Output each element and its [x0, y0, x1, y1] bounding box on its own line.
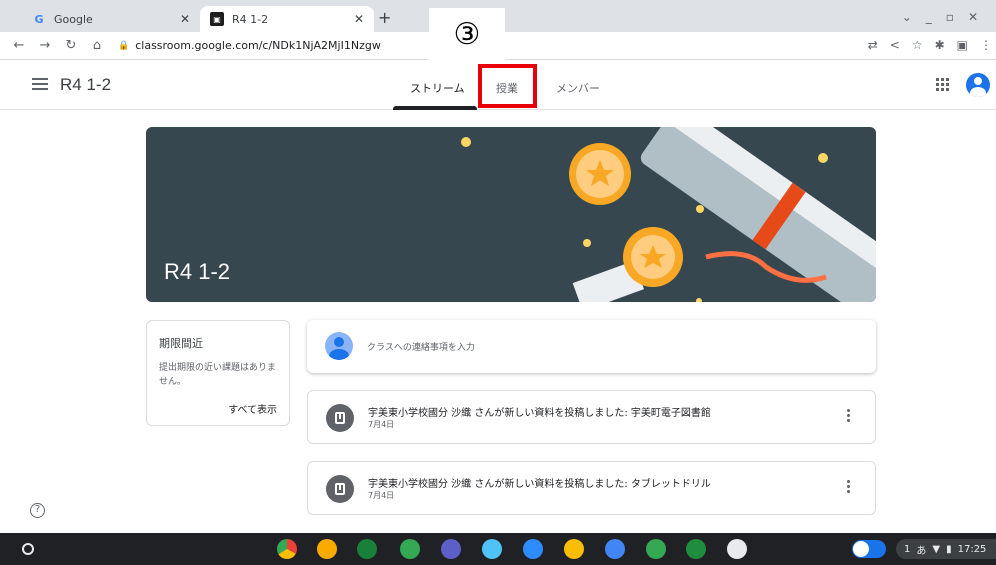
- tab-members[interactable]: メンバー: [556, 80, 600, 96]
- window-controls[interactable]: ⌄_▫✕: [902, 10, 992, 24]
- step-number-callout: ③: [429, 8, 505, 60]
- translate-icon[interactable]: ⇄: [868, 38, 878, 52]
- side-panel-icon[interactable]: ▣: [957, 38, 968, 52]
- post-options-icon[interactable]: [847, 409, 851, 424]
- close-tab-icon[interactable]: ✕: [354, 12, 364, 26]
- class-name[interactable]: R4 1-2: [60, 75, 111, 95]
- tab-stream[interactable]: ストリーム: [410, 80, 465, 96]
- post-date: 7月4日: [368, 420, 395, 429]
- user-avatar: [325, 332, 353, 360]
- launcher-icon[interactable]: [22, 543, 34, 555]
- stream-post[interactable]: 宇美東小学校國分 沙織 さんが新しい資料を投稿しました: タブレットドリル 7月…: [307, 461, 876, 515]
- banner-illustration: [461, 127, 876, 302]
- stream-post[interactable]: 宇美東小学校國分 沙織 さんが新しい資料を投稿しました: 宇美町電子図書館 7月…: [307, 390, 876, 444]
- bookmark-star-icon[interactable]: ☆: [912, 38, 923, 52]
- app-icon[interactable]: [482, 539, 502, 559]
- hamburger-menu-icon[interactable]: [32, 78, 48, 90]
- teams-icon[interactable]: [441, 539, 461, 559]
- google-g-icon: G: [34, 12, 44, 26]
- upcoming-title: 期限間近: [159, 337, 203, 350]
- reload-icon[interactable]: ↻: [64, 38, 78, 53]
- classroom-icon[interactable]: [686, 539, 706, 559]
- share-icon[interactable]: <: [890, 38, 900, 52]
- announce-box[interactable]: クラスへの連絡事項を入力: [307, 320, 876, 373]
- app-icon[interactable]: [400, 539, 420, 559]
- app-icon[interactable]: [564, 539, 584, 559]
- announce-placeholder[interactable]: クラスへの連絡事項を入力: [367, 340, 475, 353]
- classroom-header: R4 1-2 ストリーム 授業 メンバー: [0, 60, 996, 110]
- class-banner: R4 1-2: [146, 127, 876, 302]
- classroom-icon: ▣: [210, 12, 224, 26]
- post-text[interactable]: 宇美東小学校國分 沙織 さんが新しい資料を投稿しました: 宇美町電子図書館: [368, 404, 711, 419]
- back-icon[interactable]: ←: [12, 38, 26, 53]
- view-all-link[interactable]: すべて表示: [228, 401, 277, 416]
- browser-tab-classroom[interactable]: ▣ R4 1-2 ✕: [200, 6, 374, 32]
- post-options-icon[interactable]: [847, 480, 851, 495]
- app-icon[interactable]: [727, 539, 747, 559]
- notification-count: 1: [904, 543, 911, 555]
- post-text[interactable]: 宇美東小学校國分 沙織 さんが新しい資料を投稿しました: タブレットドリル: [368, 475, 711, 490]
- docs-icon[interactable]: [605, 539, 625, 559]
- address-bar[interactable]: 🔒 classroom.google.com/c/NDk1NjA2MjI1Nzg…: [118, 39, 381, 52]
- ime-indicator: あ: [916, 545, 927, 557]
- chrome-icon[interactable]: [277, 539, 297, 559]
- clock: 17:25: [957, 543, 987, 555]
- assistant-toggle[interactable]: [852, 540, 886, 558]
- new-tab-button[interactable]: +: [378, 8, 391, 27]
- tab-title: Google: [54, 12, 93, 26]
- lock-icon: 🔒: [118, 40, 130, 51]
- app-icon[interactable]: [357, 539, 377, 559]
- google-apps-icon[interactable]: [936, 78, 950, 92]
- toolbar-actions: ⇄ < ☆ ✱ ▣ ⋮: [868, 38, 992, 52]
- battery-icon: ▮: [946, 543, 952, 555]
- post-date: 7月4日: [368, 491, 395, 500]
- home-icon[interactable]: ⌂: [90, 38, 104, 53]
- account-avatar[interactable]: [966, 73, 990, 97]
- active-tab-indicator: [393, 106, 477, 110]
- os-shelf: 1 あ ▼ ▮ 17:25: [0, 533, 996, 565]
- tab-title: R4 1-2: [232, 12, 269, 26]
- browser-tab-google[interactable]: G Google ✕: [22, 6, 200, 32]
- app-icon[interactable]: [317, 539, 337, 559]
- upcoming-card: 期限間近 提出期限の近い課題はありません。 すべて表示: [146, 320, 290, 426]
- material-icon: [326, 475, 354, 503]
- close-tab-icon[interactable]: ✕: [180, 12, 190, 26]
- help-icon[interactable]: ?: [30, 503, 45, 518]
- highlight-box: [478, 64, 537, 108]
- wifi-icon: ▼: [932, 543, 941, 555]
- zoom-icon[interactable]: [523, 539, 543, 559]
- material-icon: [326, 404, 354, 432]
- sheets-icon[interactable]: [646, 539, 666, 559]
- url-text[interactable]: classroom.google.com/c/NDk1NjA2MjI1Nzgw: [135, 39, 381, 52]
- upcoming-body: 提出期限の近い課題はありません。: [159, 363, 277, 387]
- extensions-icon[interactable]: ✱: [935, 38, 945, 52]
- forward-icon[interactable]: →: [38, 38, 52, 53]
- banner-class-title: R4 1-2: [164, 259, 231, 284]
- status-tray[interactable]: 1 あ ▼ ▮ 17:25: [896, 539, 996, 559]
- menu-kebab-icon[interactable]: ⋮: [980, 38, 992, 52]
